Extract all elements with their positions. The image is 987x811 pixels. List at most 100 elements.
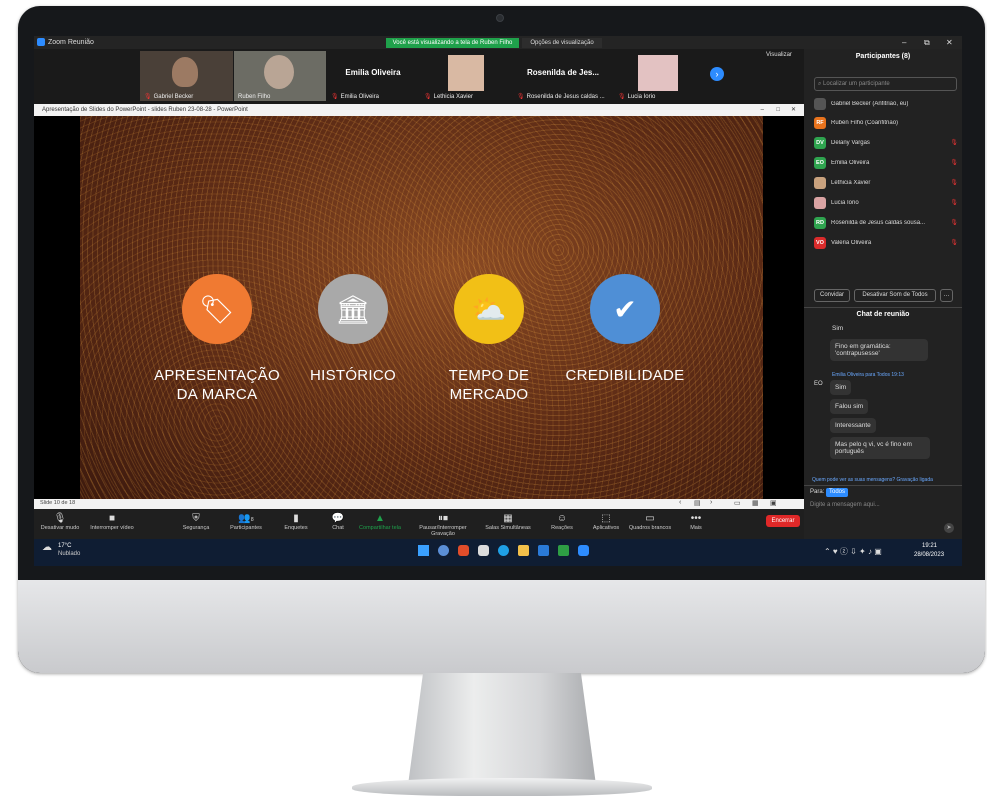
- video-tile[interactable]: Ruben Filho: [234, 51, 326, 101]
- muted-icon: 🎙: [950, 200, 958, 206]
- video-tile[interactable]: 🎙 Lethicia Xavier: [420, 51, 512, 101]
- participants-title: Participantes (8): [855, 53, 911, 60]
- chat-sender-avatar: EO: [814, 381, 823, 387]
- minimize-icon[interactable]: –: [902, 38, 906, 47]
- avatar: [264, 55, 294, 89]
- avatar: RD: [814, 216, 826, 229]
- reading-view-icon[interactable]: ▣: [770, 499, 777, 507]
- meeting-toolbar: 🎙 Desativar mudo ■ Interromper vídeo ⛨ Segu…: [34, 509, 804, 539]
- participant-row[interactable]: VO Valeria Oliveira 🎙: [814, 233, 960, 252]
- label-line1: CREDIBILIDADE: [565, 367, 685, 384]
- participant-row[interactable]: RF Ruben Filho (Coanfitrião): [814, 113, 960, 132]
- end-meeting-button[interactable]: Encerrar: [766, 515, 800, 527]
- chat-message: Interessante: [830, 418, 876, 433]
- file-explorer-icon[interactable]: [518, 545, 529, 556]
- muted-icon: 🎙: [950, 160, 958, 166]
- normal-view-icon[interactable]: ▭: [734, 499, 741, 507]
- participant-row[interactable]: Lethicia Xavier 🎙: [814, 173, 960, 192]
- tile-name: Ruben Filho: [238, 94, 271, 100]
- next-slide-icon[interactable]: ›: [710, 499, 712, 506]
- prev-slide-icon[interactable]: ‹: [679, 499, 681, 506]
- divider: [804, 485, 962, 486]
- close-icon[interactable]: ✕: [946, 38, 953, 47]
- next-page-icon[interactable]: ›: [710, 67, 724, 81]
- avatar: DV: [814, 136, 826, 149]
- ppt-close-icon[interactable]: ✕: [791, 104, 796, 116]
- slide-letterbox-left: [34, 116, 80, 499]
- tile-name: Rosenilda de Jesus caldas ...: [526, 94, 605, 100]
- whiteboard-icon: ▭: [645, 513, 655, 524]
- who-can-see-link[interactable]: Quem pode ver as suas mensagens? Gravaçã…: [812, 477, 933, 483]
- whiteboards-button[interactable]: ▭ Quadros brancos: [624, 512, 676, 531]
- message-input[interactable]: Digite a mensagem aqui...: [810, 502, 880, 508]
- mute-label: Desativar mudo: [40, 525, 80, 531]
- whiteboards-label: Quadros brancos: [628, 525, 672, 531]
- record-label: Pausar/Interromper Gravação: [419, 525, 467, 537]
- edge-icon[interactable]: [498, 545, 509, 556]
- slide-menu-icon[interactable]: ▤: [694, 499, 701, 507]
- view-options-button[interactable]: Opções de visualização: [522, 38, 602, 48]
- mic-icon: 🎙: [53, 513, 67, 524]
- avatar: [814, 176, 826, 189]
- label-line2: DA MARCA: [176, 386, 258, 403]
- video-tile[interactable]: Rosenilda de Jes... 🎙 Rosenilda de Jesus …: [513, 51, 613, 101]
- maximize-icon[interactable]: ⧉: [924, 38, 930, 48]
- breakout-label: Salas Simultâneas: [485, 525, 531, 531]
- stop-video-button[interactable]: ■ Interromper vídeo: [86, 512, 138, 531]
- chat-message: Falou sim: [830, 399, 869, 414]
- ppt-maximize-icon[interactable]: □: [776, 104, 780, 116]
- search-taskbar-icon[interactable]: [438, 545, 449, 556]
- breakout-button[interactable]: ▦ Salas Simultâneas: [482, 512, 534, 531]
- more-options-icon[interactable]: …: [940, 289, 953, 302]
- mute-all-button[interactable]: Desativar Som de Todos: [854, 289, 936, 302]
- participants-button[interactable]: 👥8 Participantes: [220, 512, 272, 531]
- invite-button[interactable]: Convidar: [814, 289, 850, 302]
- more-button[interactable]: ••• Mais: [670, 512, 722, 531]
- participant-row[interactable]: EO Emilia Oliveira 🎙: [814, 153, 960, 172]
- participant-row[interactable]: DV Delany Vargas 🎙: [814, 133, 960, 152]
- record-button[interactable]: ⏸⏹ Pausar/Interromper Gravação: [410, 512, 476, 537]
- share-label: Compartilhar tela: [359, 525, 401, 531]
- sorter-view-icon[interactable]: ▦: [752, 499, 759, 507]
- avatar: [448, 55, 484, 91]
- participant-row[interactable]: RD Rosenilda de Jesus caldas sousa... 🎙: [814, 213, 960, 232]
- view-button[interactable]: Visualizar: [766, 52, 792, 58]
- slide-item-label: APRESENTAÇÃO DA MARCA: [142, 366, 292, 404]
- windows-start-icon[interactable]: [418, 545, 429, 556]
- security-button[interactable]: ⛨ Segurança: [170, 512, 222, 531]
- label-line1: TEMPO DE: [448, 367, 530, 384]
- participants-label: Participantes: [230, 525, 262, 531]
- calendar-icon[interactable]: [478, 545, 489, 556]
- avatar: [638, 55, 678, 91]
- participant-row[interactable]: Lucia Iorio 🎙: [814, 193, 960, 212]
- tray-icons[interactable]: ⌃ ♥ ⓩ ⇩ ✦ ♪ ▣: [824, 546, 882, 557]
- recipient-dropdown[interactable]: Todos: [826, 488, 849, 497]
- label-line1: HISTÓRICO: [309, 367, 397, 384]
- participant-name: Lucia Iorio: [831, 199, 859, 206]
- ppt-minimize-icon[interactable]: –: [761, 104, 764, 116]
- participant-name: Lethicia Xavier: [831, 179, 871, 186]
- chat-title: Chat de reunião: [856, 311, 910, 318]
- tile-name: Emilia Oliveira: [340, 94, 379, 100]
- share-screen-button[interactable]: ▲ Compartilhar tela: [354, 512, 406, 531]
- tile-name: Gabriel Becker: [153, 94, 194, 100]
- check-icon: ✔: [590, 274, 660, 344]
- video-tile[interactable]: Emilia Oliveira 🎙 Emilia Oliveira: [327, 51, 419, 101]
- slide-item-label: CREDIBILIDADE: [550, 366, 700, 385]
- video-tile[interactable]: 🎙 Gabriel Becker: [140, 51, 233, 101]
- slide-item-label: TEMPO DE MERCADO: [414, 366, 564, 404]
- video-tile[interactable]: 🎙 Lucia Iorio: [614, 51, 706, 101]
- pause-icon: ⏸⏹: [438, 513, 448, 524]
- ppt-title: Apresentação de Slides do PowerPoint - s…: [42, 107, 248, 113]
- bank-icon: 🏛: [318, 274, 388, 344]
- excel-icon[interactable]: [558, 545, 569, 556]
- send-icon[interactable]: ➤: [944, 523, 954, 533]
- participant-search-input[interactable]: ⌕ Localizar um participante: [814, 77, 957, 91]
- cloud-icon: ☁: [42, 542, 52, 553]
- weather-icon: ⛅: [454, 274, 524, 344]
- mute-button[interactable]: 🎙 Desativar mudo: [34, 512, 86, 531]
- brave-icon[interactable]: [458, 545, 469, 556]
- store-icon[interactable]: [538, 545, 549, 556]
- participant-row[interactable]: Gabriel Becker (Anfitrião, eu): [814, 94, 960, 113]
- zoom-taskbar-icon[interactable]: [578, 545, 589, 556]
